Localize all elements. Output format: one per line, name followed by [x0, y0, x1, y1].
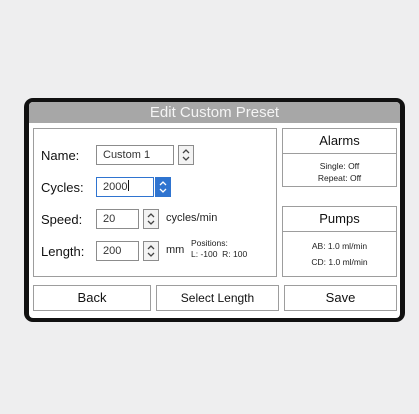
name-field[interactable]: Custom 1 — [96, 145, 174, 165]
cycles-value: 2000 — [103, 181, 128, 193]
cycles-spinner[interactable] — [155, 177, 171, 197]
page: { "title": "Edit Custom Preset", "form":… — [0, 0, 419, 414]
speed-field[interactable]: 20 — [96, 209, 139, 229]
positions-label: Positions: — [191, 238, 228, 248]
length-field[interactable]: 200 — [96, 241, 139, 261]
select-length-button[interactable]: Select Length — [156, 285, 279, 311]
text-cursor — [128, 180, 130, 191]
cycles-field[interactable]: 2000 — [96, 177, 154, 197]
up-down-arrows-icon — [147, 213, 155, 225]
up-down-arrows-icon — [159, 181, 167, 193]
positions-values: L: -100 R: 100 — [191, 249, 248, 259]
page-title: Edit Custom Preset — [29, 102, 400, 123]
pump-ab-rate: AB: 1.0 ml/min — [311, 241, 368, 251]
device-bezel: Edit Custom Preset Name: Custom 1 Cycles… — [24, 98, 405, 322]
pumps-title: Pumps — [283, 207, 396, 232]
alarms-panel[interactable]: Alarms Single: Off Repeat: Off — [282, 128, 397, 187]
alarms-details: Single: Off Repeat: Off — [283, 154, 396, 184]
cycles-label: Cycles: — [41, 180, 84, 195]
preset-form-panel: Name: Custom 1 Cycles: 2000 Speed: 20 cy… — [33, 128, 277, 277]
up-down-arrows-icon — [182, 149, 190, 161]
speed-unit: cycles/min — [166, 212, 218, 224]
alarm-repeat-status: Repeat: Off — [317, 173, 362, 183]
speed-label: Speed: — [41, 212, 83, 227]
up-down-arrows-icon — [147, 245, 155, 257]
name-label: Name: — [41, 148, 80, 163]
pumps-panel[interactable]: Pumps AB: 1.0 ml/min CD: 1.0 ml/min — [282, 206, 397, 277]
alarm-single-status: Single: Off — [319, 161, 360, 171]
alarms-title: Alarms — [283, 129, 396, 154]
length-unit: mm — [166, 244, 185, 256]
name-spinner[interactable] — [178, 145, 194, 165]
pumps-details: AB: 1.0 ml/min CD: 1.0 ml/min — [283, 232, 396, 270]
length-label: Length: — [41, 244, 85, 259]
screen: Edit Custom Preset Name: Custom 1 Cycles… — [29, 102, 400, 318]
length-spinner[interactable] — [143, 241, 159, 261]
pump-cd-rate: CD: 1.0 ml/min — [311, 257, 368, 267]
back-button[interactable]: Back — [33, 285, 151, 311]
save-button[interactable]: Save — [284, 285, 397, 311]
speed-spinner[interactable] — [143, 209, 159, 229]
